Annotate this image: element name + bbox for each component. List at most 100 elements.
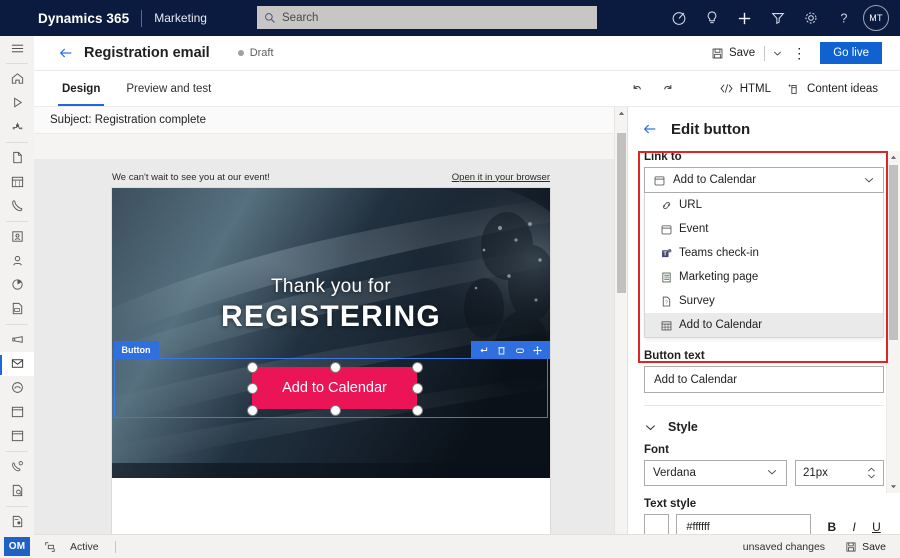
canvas-scrollbar[interactable] xyxy=(614,107,628,558)
button-text-field[interactable] xyxy=(644,366,884,393)
resize-handle[interactable] xyxy=(247,383,258,394)
dropdown-option-add-to-calendar[interactable]: Add to Calendar xyxy=(645,313,883,337)
brand-label: Dynamics 365 xyxy=(38,10,130,26)
sidebar-item-megaphone[interactable] xyxy=(0,328,34,352)
font-family-select[interactable]: Verdana xyxy=(644,460,787,486)
sidebar-item-event-calendar[interactable] xyxy=(0,400,34,424)
gear-icon[interactable] xyxy=(794,0,827,36)
avatar[interactable]: MT xyxy=(863,5,889,31)
properties-panel: Edit button Link to Add to Calendar URL … xyxy=(627,107,900,558)
delete-icon[interactable] xyxy=(493,341,511,359)
sidebar-item-calendar-alt[interactable] xyxy=(0,424,34,448)
selected-button-widget[interactable]: Button Add to Calendar xyxy=(113,341,550,418)
plus-icon[interactable] xyxy=(728,0,761,36)
sidebar-item-email[interactable] xyxy=(0,351,34,376)
chevron-down-icon[interactable] xyxy=(863,174,875,186)
save-chevron-down-icon[interactable] xyxy=(767,36,787,70)
dropdown-option-event[interactable]: Event xyxy=(645,217,883,241)
tab-bar-actions: HTML Content ideas xyxy=(623,71,900,106)
resize-handle[interactable] xyxy=(412,362,423,373)
chevron-down-icon[interactable] xyxy=(766,466,778,481)
dropdown-option-survey[interactable]: ? Survey xyxy=(645,289,883,313)
sidebar-item-recent[interactable] xyxy=(0,91,34,115)
subject-bar[interactable]: Subject: Registration complete xyxy=(34,107,628,134)
panel-scroll-up-icon[interactable] xyxy=(887,151,900,164)
tab-preview-and-test[interactable]: Preview and test xyxy=(122,71,215,106)
resize-handle[interactable] xyxy=(330,362,341,373)
dropdown-option-url[interactable]: URL xyxy=(645,193,883,217)
panel-scroll-thumb[interactable] xyxy=(889,165,898,340)
sidebar-item-pinned[interactable] xyxy=(0,115,34,139)
style-section-header[interactable]: Style xyxy=(644,420,900,434)
open-in-browser-link[interactable]: Open it in your browser xyxy=(452,172,550,183)
filter-icon[interactable] xyxy=(761,0,794,36)
button-text-input[interactable] xyxy=(654,373,874,386)
dropdown-option-teams-check-in[interactable]: T Teams check-in xyxy=(645,241,883,265)
workspace: Subject: Registration complete We can't … xyxy=(34,107,900,558)
content-ideas-button[interactable]: Content ideas xyxy=(779,71,886,106)
duplicate-icon[interactable] xyxy=(511,341,529,359)
widget-toolbar xyxy=(470,341,550,359)
resize-handle[interactable] xyxy=(412,383,423,394)
redo-icon[interactable] xyxy=(653,71,683,106)
top-icon-group: ? MT xyxy=(662,0,900,36)
preheader-text[interactable]: We can't wait to see you at our event! xyxy=(112,172,270,183)
cta-button[interactable]: Add to Calendar xyxy=(252,367,417,409)
sidebar-item-phone[interactable] xyxy=(0,194,34,218)
canvas-scroll-thumb[interactable] xyxy=(617,133,626,293)
dropdown-option-label: Event xyxy=(679,223,709,235)
resize-handle[interactable] xyxy=(247,362,258,373)
panel-scrollbar[interactable] xyxy=(886,151,900,493)
tab-design[interactable]: Design xyxy=(58,71,105,106)
chevron-down-icon[interactable] xyxy=(644,421,657,434)
link-to-label: Link to xyxy=(644,151,682,163)
undo-icon[interactable] xyxy=(623,71,653,106)
back-arrow-icon[interactable] xyxy=(58,45,74,61)
sidebar-item-phone-settings[interactable] xyxy=(0,455,34,479)
panel-back-arrow-icon[interactable] xyxy=(642,121,658,137)
global-search[interactable] xyxy=(257,6,597,29)
status-badge: Draft xyxy=(237,47,274,59)
hero-line-2: REGISTERING xyxy=(221,300,441,333)
sidebar-item-page-search[interactable] xyxy=(0,479,34,503)
sidebar-item-page[interactable] xyxy=(0,146,34,170)
more-commands-button[interactable]: ⋮ xyxy=(787,36,811,70)
subject-label: Subject: Registration complete xyxy=(50,114,206,126)
resize-handle[interactable] xyxy=(330,405,341,416)
goal-icon[interactable] xyxy=(662,0,695,36)
calendar-icon xyxy=(653,223,679,236)
status-save-button[interactable]: Save xyxy=(845,541,886,553)
link-to-dropdown[interactable]: Add to Calendar xyxy=(644,167,884,193)
sidebar-item-chart[interactable] xyxy=(0,273,34,297)
search-input[interactable] xyxy=(282,11,572,24)
sidebar-item-contacts[interactable] xyxy=(0,225,34,249)
dropdown-option-marketing-page[interactable]: Marketing page xyxy=(645,265,883,289)
sidebar-item-form[interactable] xyxy=(0,510,34,534)
help-icon[interactable]: ? xyxy=(827,0,860,36)
resize-icon[interactable] xyxy=(44,541,56,553)
command-divider xyxy=(764,45,766,61)
move-up-icon[interactable] xyxy=(475,341,493,359)
command-bar: Registration email Draft Save ⋮ Go live xyxy=(34,36,900,71)
html-button[interactable]: HTML xyxy=(711,71,779,106)
go-live-button[interactable]: Go live xyxy=(820,42,882,64)
panel-scroll-down-icon[interactable] xyxy=(887,480,900,493)
sidebar-item-person[interactable] xyxy=(0,249,34,273)
font-size-stepper[interactable]: 21px xyxy=(795,460,884,486)
spinner-icon[interactable] xyxy=(867,467,876,479)
drag-move-icon[interactable] xyxy=(529,341,547,359)
om-badge[interactable]: OM xyxy=(4,537,30,556)
sidebar-item-calendar[interactable] xyxy=(0,170,34,194)
sidebar-item-home[interactable] xyxy=(0,67,34,91)
html-label: HTML xyxy=(739,82,772,95)
save-button[interactable]: Save xyxy=(704,36,762,70)
resize-handle[interactable] xyxy=(247,405,258,416)
resize-handle[interactable] xyxy=(412,405,423,416)
sidebar-item-customer-journey[interactable] xyxy=(0,376,34,400)
sidebar-item-report[interactable] xyxy=(0,297,34,321)
status-divider xyxy=(114,540,116,553)
canvas-body: We can't wait to see you at our event! O… xyxy=(34,160,628,558)
hamburger-menu-icon[interactable] xyxy=(0,36,34,60)
lightbulb-icon[interactable] xyxy=(695,0,728,36)
hero-section[interactable]: Thank you for REGISTERING Button Add to … xyxy=(112,188,550,478)
